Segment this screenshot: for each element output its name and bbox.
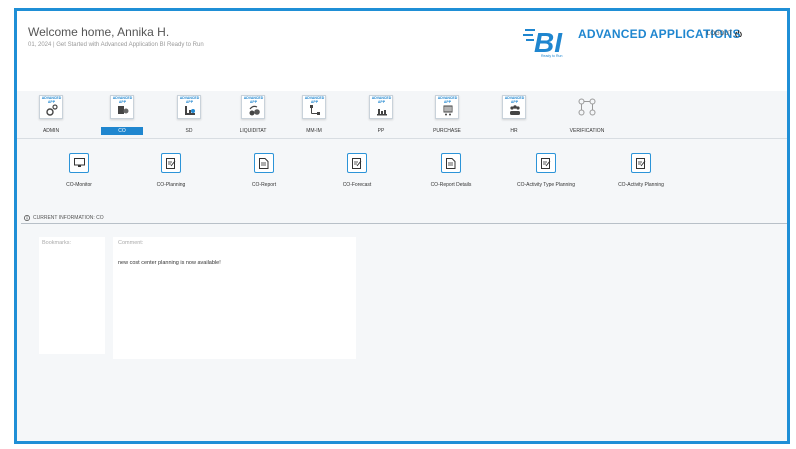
edit-doc-icon xyxy=(541,157,551,169)
module-co-report[interactable]: CO-Report xyxy=(224,153,304,188)
module-tile xyxy=(536,153,556,173)
module-label: CO-Monitor xyxy=(66,182,92,188)
edit-doc-icon xyxy=(352,157,362,169)
factory-icon xyxy=(185,106,195,115)
app-badge: ADVANCED APP xyxy=(112,96,133,104)
app-badge: ADVANCED APP xyxy=(304,96,325,104)
network-icon xyxy=(310,105,320,115)
app-verification[interactable]: VERIFICATION xyxy=(557,95,617,139)
bookmarks-panel: Bookmarks: xyxy=(39,237,105,354)
app-tile xyxy=(575,95,599,119)
module-label: CO-Report Details xyxy=(430,182,472,188)
app-label: SD xyxy=(185,128,193,134)
app-badge: ADVANCED APP xyxy=(179,96,200,104)
logout-label: LOGOUT xyxy=(707,30,733,37)
app-admin[interactable]: ADVANCED APP ADMIN xyxy=(21,95,81,139)
app-purchase[interactable]: ADVANCED APP PURCHASE xyxy=(417,95,477,139)
module-tile xyxy=(441,153,461,173)
app-label: PP xyxy=(377,128,385,134)
module-tile xyxy=(347,153,367,173)
bookmarks-title: Bookmarks: xyxy=(42,240,72,246)
app-label: LIQUIDITAT xyxy=(239,128,267,134)
app-label: HR xyxy=(510,128,518,134)
gears-icon xyxy=(46,104,58,116)
app-mm-im[interactable]: ADVANCED APP MM-IM xyxy=(284,95,344,139)
bi-logo: BI Ready to Run xyxy=(523,23,573,63)
module-co-activity-type-planning[interactable]: CO-Activity Type Planning xyxy=(506,153,586,188)
app-tile: ADVANCED APP xyxy=(502,95,526,119)
edit-doc-icon xyxy=(636,157,646,169)
app-badge: ADVANCED APP xyxy=(504,96,525,104)
module-label: CO-Report xyxy=(251,182,277,188)
module-tile xyxy=(161,153,181,173)
welcome-text: Welcome home, Annika H. xyxy=(28,25,170,39)
info-icon xyxy=(24,214,30,221)
app-pp[interactable]: ADVANCED APP PP xyxy=(351,95,411,139)
comment-text: new cost center planning is now availabl… xyxy=(118,260,221,266)
comment-title: Comment: xyxy=(118,240,144,246)
welcome-subline: 01, 2024 | Get Started with Advanced App… xyxy=(28,42,204,48)
app-tile: ADVANCED APP xyxy=(302,95,326,119)
app-sd[interactable]: ADVANCED APP SD xyxy=(159,95,219,139)
app-window: Welcome home, Annika H. 01, 2024 | Get S… xyxy=(14,8,790,444)
app-badge: ADVANCED APP xyxy=(371,96,392,104)
production-icon xyxy=(377,109,387,116)
coins-icon xyxy=(118,106,129,114)
app-badge: ADVANCED APP xyxy=(437,96,458,104)
app-tile: ADVANCED APP xyxy=(369,95,393,119)
cart-icon xyxy=(443,105,453,116)
app-tile: ADVANCED APP xyxy=(39,95,63,119)
app-tile: ADVANCED APP xyxy=(435,95,459,119)
doc-icon xyxy=(259,157,269,169)
doc-icon xyxy=(446,157,456,169)
edit-doc-icon xyxy=(166,157,176,169)
module-label: CO-Activity Type Planning xyxy=(517,182,575,188)
app-badge: ADVANCED APP xyxy=(243,96,264,104)
module-tile xyxy=(69,153,89,173)
flow-icon xyxy=(578,98,596,116)
app-label: CO xyxy=(101,127,143,135)
application-bar: ADVANCED APP ADMIN ADVANCED APP CO ADVAN… xyxy=(17,91,787,139)
module-co-report-details[interactable]: CO-Report Details xyxy=(411,153,491,188)
people-icon xyxy=(510,105,520,115)
app-tile: ADVANCED APP xyxy=(241,95,265,119)
header: Welcome home, Annika H. 01, 2024 | Get S… xyxy=(17,11,787,83)
money-icon xyxy=(249,105,260,116)
app-tile: ADVANCED APP xyxy=(110,95,134,119)
app-tile: ADVANCED APP xyxy=(177,95,201,119)
current-information-label: CURRENT INFORMATION: CO xyxy=(33,214,104,221)
app-label: PURCHASE xyxy=(433,128,461,134)
app-label: ADMIN xyxy=(42,128,60,134)
module-label: CO-Activity Planning xyxy=(618,182,664,188)
app-label: MM-IM xyxy=(306,128,322,134)
module-tile xyxy=(254,153,274,173)
app-liquiditat[interactable]: ADVANCED APP LIQUIDITAT xyxy=(223,95,283,139)
power-icon xyxy=(735,30,743,37)
app-co[interactable]: ADVANCED APP CO xyxy=(92,95,152,139)
app-hr[interactable]: ADVANCED APP HR xyxy=(484,95,544,139)
module-tile xyxy=(631,153,651,173)
module-label: CO-Forecast xyxy=(342,182,372,188)
comment-panel: Comment: new cost center planning is now… xyxy=(113,237,356,359)
module-co-forecast[interactable]: CO-Forecast xyxy=(317,153,397,188)
monitor-icon xyxy=(73,158,85,167)
module-co-planning[interactable]: CO-Planning xyxy=(131,153,211,188)
module-co-monitor[interactable]: CO-Monitor xyxy=(39,153,119,188)
module-co-activity-planning[interactable]: CO-Activity Planning xyxy=(601,153,681,188)
main-content: CO-Monitor CO-Planning CO-Report CO-Fore… xyxy=(17,139,787,441)
app-badge: ADVANCED APP xyxy=(41,96,62,104)
logo-subtitle: Ready to Run xyxy=(541,54,563,58)
app-label: VERIFICATION xyxy=(569,128,605,134)
current-information-header: CURRENT INFORMATION: CO xyxy=(21,212,787,224)
module-label: CO-Planning xyxy=(156,182,186,188)
logout-button[interactable]: LOGOUT xyxy=(707,30,743,37)
